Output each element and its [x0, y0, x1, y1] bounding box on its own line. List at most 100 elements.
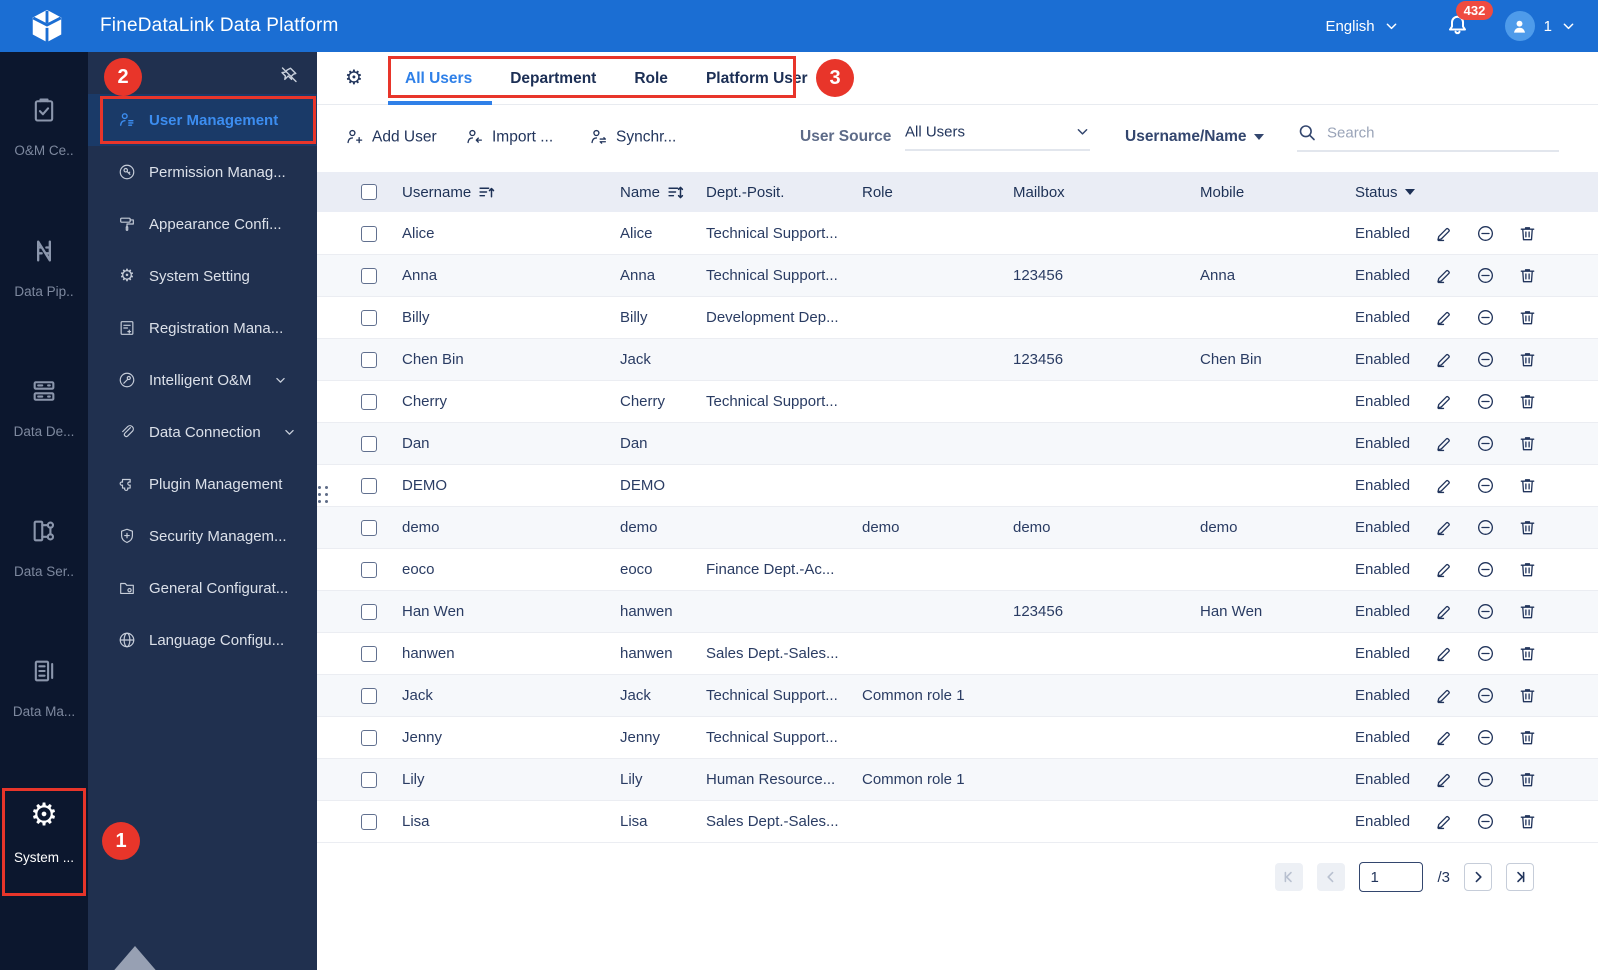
edit-button[interactable] [1434, 686, 1453, 705]
next-page-button[interactable] [1464, 863, 1492, 891]
row-checkbox[interactable] [361, 393, 377, 410]
delete-button[interactable] [1518, 392, 1537, 411]
disable-button[interactable] [1476, 728, 1495, 747]
disable-button[interactable] [1476, 308, 1495, 327]
table-row[interactable]: eoco eoco Finance Dept.-Ac... Enabled [317, 549, 1598, 591]
delete-button[interactable] [1518, 518, 1537, 537]
disable-button[interactable] [1476, 392, 1495, 411]
table-row[interactable]: Jack Jack Technical Support... Common ro… [317, 675, 1598, 717]
disable-button[interactable] [1476, 686, 1495, 705]
table-row[interactable]: Dan Dan Enabled [317, 423, 1598, 465]
row-checkbox[interactable] [361, 603, 377, 620]
edit-button[interactable] [1434, 560, 1453, 579]
table-row[interactable]: Chen Bin Jack 123456 Chen Bin Enabled [317, 339, 1598, 381]
table-row[interactable]: demo demo demo demo demo Enabled [317, 507, 1598, 549]
import-users-button[interactable]: Import ... [465, 128, 553, 147]
edit-button[interactable] [1434, 350, 1453, 369]
table-row[interactable]: Cherry Cherry Technical Support... Enabl… [317, 381, 1598, 423]
disable-button[interactable] [1476, 770, 1495, 789]
table-row[interactable]: Lisa Lisa Sales Dept.-Sales... Enabled [317, 801, 1598, 843]
delete-button[interactable] [1518, 434, 1537, 453]
table-row[interactable]: DEMO DEMO Enabled [317, 465, 1598, 507]
disable-button[interactable] [1476, 476, 1495, 495]
edit-button[interactable] [1434, 602, 1453, 621]
table-row[interactable]: Alice Alice Technical Support... Enabled [317, 213, 1598, 255]
chevron-down-icon[interactable] [1384, 19, 1399, 34]
delete-button[interactable] [1518, 266, 1537, 285]
row-checkbox[interactable] [361, 813, 377, 830]
table-row[interactable]: Lily Lily Human Resource... Common role … [317, 759, 1598, 801]
unpin-icon[interactable] [279, 65, 299, 85]
notification-bell-icon[interactable]: 432 [1445, 1, 1494, 39]
row-checkbox[interactable] [361, 309, 377, 326]
language-selector[interactable]: English [1325, 18, 1374, 35]
rail-item-data-service[interactable]: Data Ser.. [0, 517, 88, 579]
disable-button[interactable] [1476, 812, 1495, 831]
rail-item-om-center[interactable]: O&M Ce.. [0, 96, 88, 158]
delete-button[interactable] [1518, 560, 1537, 579]
sidebar-item-security-management[interactable]: Security Managem... [88, 510, 317, 562]
table-row[interactable]: hanwen hanwen Sales Dept.-Sales... Enabl… [317, 633, 1598, 675]
edit-button[interactable] [1434, 392, 1453, 411]
user-source-select[interactable]: All Users [905, 124, 1090, 151]
disable-button[interactable] [1476, 518, 1495, 537]
disable-button[interactable] [1476, 266, 1495, 285]
edit-button[interactable] [1434, 812, 1453, 831]
disable-button[interactable] [1476, 644, 1495, 663]
edit-button[interactable] [1434, 224, 1453, 243]
sidebar-item-plugin-management[interactable]: Plugin Management [88, 458, 317, 510]
sort-icon-username[interactable] [478, 184, 495, 201]
chevron-down-icon[interactable] [1561, 19, 1576, 34]
edit-button[interactable] [1434, 518, 1453, 537]
user-avatar[interactable] [1504, 11, 1535, 41]
tab-all-users[interactable]: All Users [405, 70, 472, 88]
sidebar-item-system-setting[interactable]: ⚙ System Setting [88, 250, 317, 302]
delete-button[interactable] [1518, 476, 1537, 495]
rail-item-data-pipeline[interactable]: Data Pip.. [0, 237, 88, 299]
table-row[interactable]: Jenny Jenny Technical Support... Enabled [317, 717, 1598, 759]
synchronize-users-button[interactable]: Synchr... [589, 128, 676, 147]
disable-button[interactable] [1476, 434, 1495, 453]
row-checkbox[interactable] [361, 561, 377, 578]
sidebar-resize-handle[interactable] [318, 486, 328, 503]
sidebar-item-appearance-configuration[interactable]: Appearance Confi... [88, 198, 317, 250]
sidebar-item-intelligent-om[interactable]: Intelligent O&M [88, 354, 317, 406]
row-checkbox[interactable] [361, 225, 377, 242]
disable-button[interactable] [1476, 224, 1495, 243]
sidebar-item-general-configuration[interactable]: General Configurat... [88, 562, 317, 614]
search-field-selector[interactable]: Username/Name [1125, 128, 1265, 146]
delete-button[interactable] [1518, 602, 1537, 621]
page-input[interactable] [1359, 862, 1424, 892]
row-checkbox[interactable] [361, 435, 377, 452]
rail-item-data-development[interactable]: Data De... [0, 377, 88, 439]
rail-item-data-management[interactable]: Data Ma... [0, 657, 88, 719]
table-row[interactable]: Billy Billy Development Dep... Enabled [317, 297, 1598, 339]
row-checkbox[interactable] [361, 687, 377, 704]
disable-button[interactable] [1476, 560, 1495, 579]
sidebar-item-permission-management[interactable]: Permission Manag... [88, 146, 317, 198]
select-all-checkbox[interactable] [361, 184, 377, 200]
delete-button[interactable] [1518, 686, 1537, 705]
delete-button[interactable] [1518, 644, 1537, 663]
delete-button[interactable] [1518, 728, 1537, 747]
last-page-button[interactable] [1506, 863, 1534, 891]
tab-department[interactable]: Department [510, 70, 596, 88]
tab-role[interactable]: Role [634, 70, 668, 88]
tab-settings-gear-icon[interactable]: ⚙ [345, 67, 363, 87]
disable-button[interactable] [1476, 350, 1495, 369]
edit-button[interactable] [1434, 728, 1453, 747]
sidebar-item-data-connection[interactable]: Data Connection [88, 406, 317, 458]
row-checkbox[interactable] [361, 351, 377, 368]
sidebar-item-user-management[interactable]: User Management [88, 94, 317, 146]
edit-button[interactable] [1434, 644, 1453, 663]
disable-button[interactable] [1476, 602, 1495, 621]
table-row[interactable]: Han Wen hanwen 123456 Han Wen Enabled [317, 591, 1598, 633]
search-input[interactable] [1327, 124, 1527, 141]
rail-item-system-management[interactable]: ⚙ System ... [0, 800, 88, 866]
row-checkbox[interactable] [361, 771, 377, 788]
edit-button[interactable] [1434, 308, 1453, 327]
first-page-button[interactable] [1275, 863, 1304, 891]
edit-button[interactable] [1434, 770, 1453, 789]
edit-button[interactable] [1434, 266, 1453, 285]
edit-button[interactable] [1434, 476, 1453, 495]
